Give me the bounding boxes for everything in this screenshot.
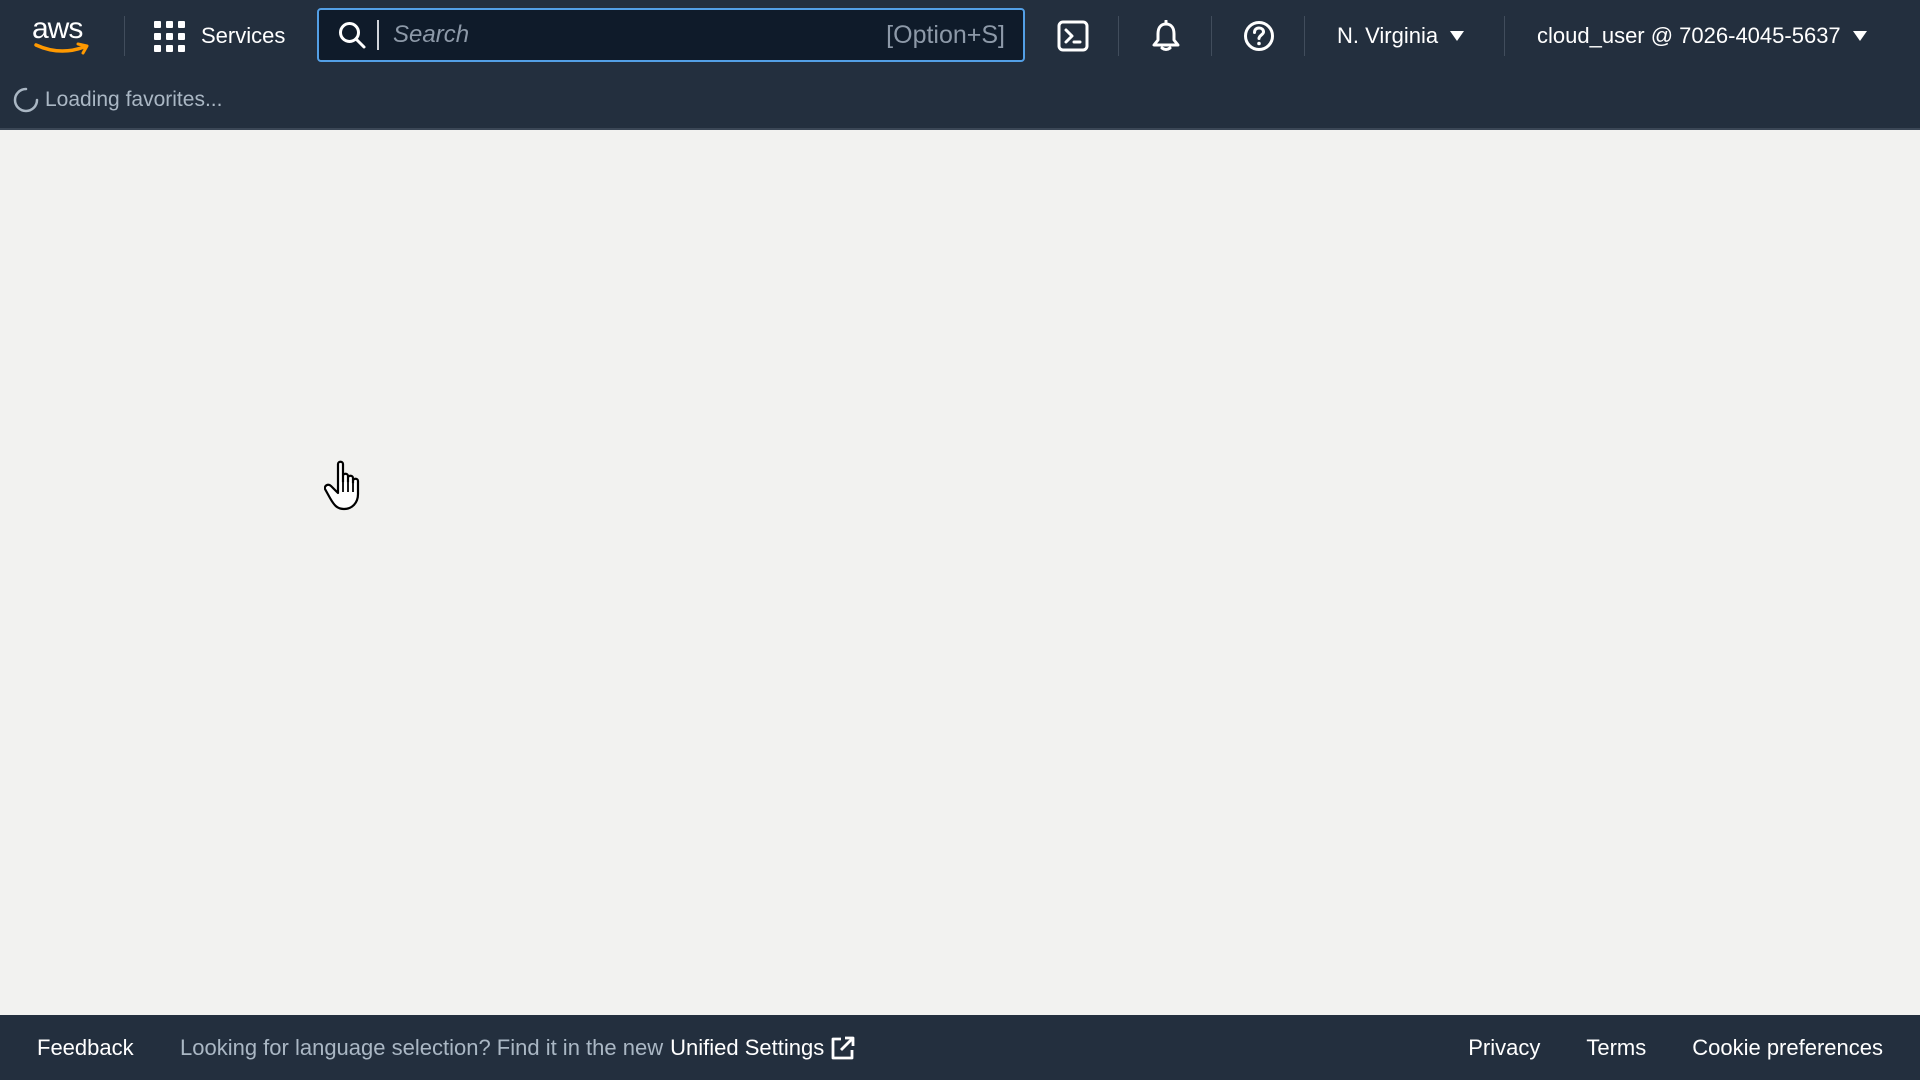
services-menu-button[interactable]: Services [154, 18, 285, 54]
external-link-icon [831, 1036, 855, 1059]
loading-spinner-icon [13, 87, 39, 113]
privacy-link[interactable]: Privacy [1468, 1035, 1540, 1061]
nav-divider [1304, 16, 1305, 56]
hand-cursor-icon [324, 460, 360, 511]
aws-logo-text: aws [32, 12, 83, 45]
main-content [0, 130, 1920, 1015]
aws-logo[interactable]: aws [32, 14, 94, 58]
unified-settings-label: Unified Settings [670, 1034, 825, 1060]
nav-divider [1211, 16, 1212, 56]
language-prompt-text: Looking for language selection? Find it … [180, 1034, 664, 1060]
cloudshell-icon [1057, 20, 1089, 52]
services-grid-icon [154, 20, 185, 52]
help-icon [1244, 21, 1274, 51]
nav-divider [124, 16, 125, 56]
search-icon [339, 22, 366, 49]
region-label: N. Virginia [1337, 23, 1439, 48]
unified-settings-link[interactable]: Unified Settings [670, 1035, 856, 1061]
aws-smile-icon [34, 42, 89, 55]
search-box[interactable]: [Option+S] [317, 8, 1025, 62]
account-label: cloud_user @ 7026-4045-5637 [1537, 23, 1841, 48]
caret-down-icon [1450, 31, 1465, 41]
top-navigation: aws Services [Option+S] [0, 0, 1920, 72]
terms-link[interactable]: Terms [1586, 1035, 1646, 1061]
cloudshell-button[interactable] [1055, 18, 1091, 54]
cookie-preferences-link[interactable]: Cookie preferences [1692, 1035, 1883, 1061]
account-menu[interactable]: cloud_user @ 7026-4045-5637 [1537, 18, 1867, 54]
favorites-bar: Loading favorites... [0, 72, 1920, 130]
help-button[interactable] [1241, 18, 1277, 54]
notifications-button[interactable] [1148, 18, 1184, 54]
caret-down-icon [1852, 31, 1867, 41]
services-label: Services [201, 23, 286, 48]
nav-divider [1118, 16, 1119, 56]
search-shortcut-hint: [Option+S] [886, 20, 1005, 49]
footer: Feedback Looking for language selection?… [0, 1015, 1920, 1080]
language-notice: Looking for language selection? Find it … [180, 1035, 856, 1061]
search-input[interactable] [377, 20, 887, 50]
bell-icon [1152, 20, 1180, 51]
footer-links: Privacy Terms Cookie preferences [1468, 1035, 1883, 1061]
nav-divider [1504, 16, 1505, 56]
favorites-loading-text: Loading favorites... [45, 88, 223, 111]
feedback-link[interactable]: Feedback [37, 1035, 134, 1061]
region-selector[interactable]: N. Virginia [1337, 18, 1465, 54]
